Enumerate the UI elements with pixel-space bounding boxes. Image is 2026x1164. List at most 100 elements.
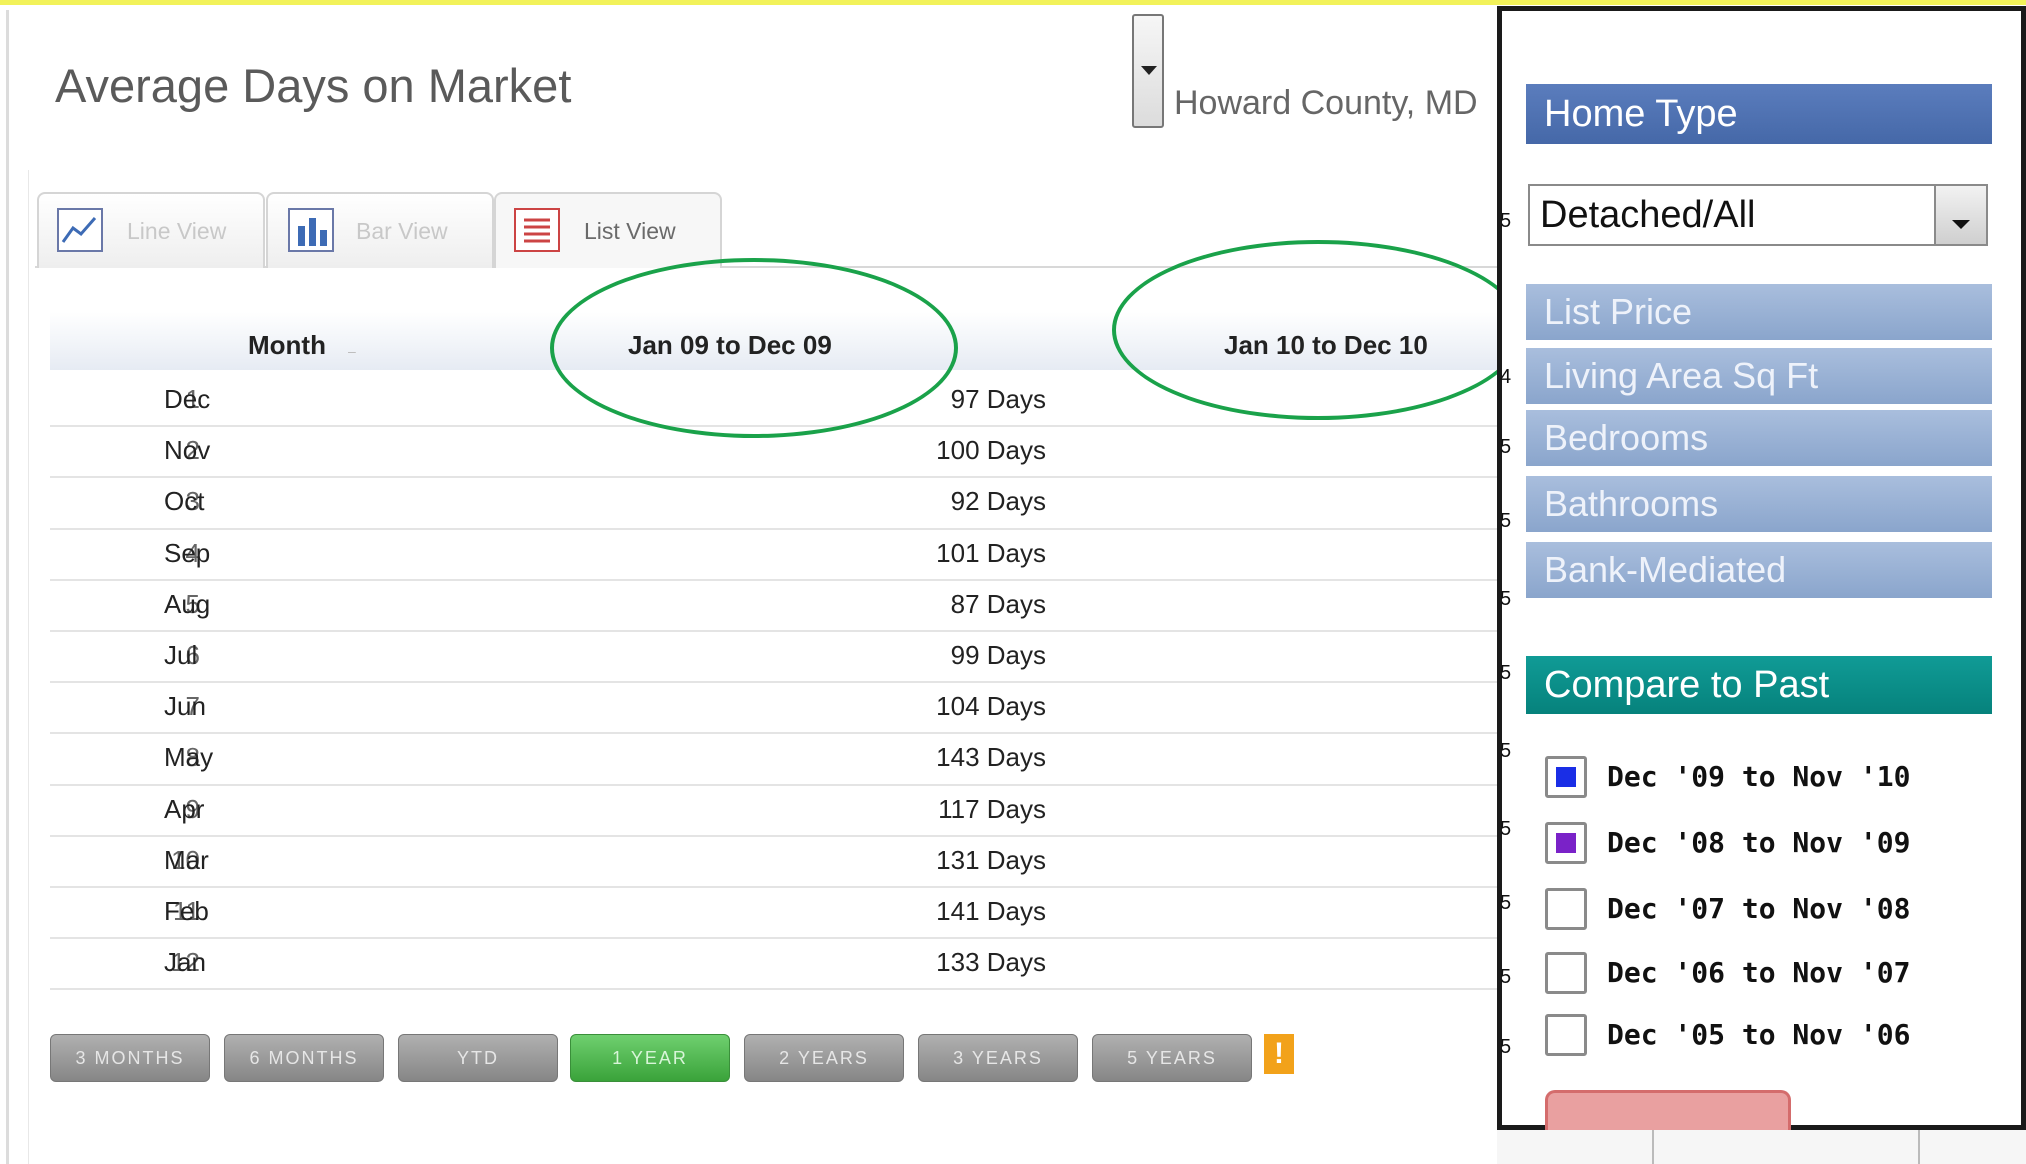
filter-bank-mediated[interactable]: Bank-Mediated <box>1526 542 1992 598</box>
row-value: 101 Days <box>936 537 1046 568</box>
filter-living-area[interactable]: Living Area Sq Ft <box>1526 348 1992 404</box>
strip-divider <box>1918 1130 1920 1164</box>
row-month: Mar <box>164 844 209 875</box>
compare-label: Dec '07 to Nov '08 <box>1607 892 1911 925</box>
sort-icon: – <box>348 343 356 359</box>
table-row: 10 Mar 131 Days <box>50 836 1506 888</box>
compare-header: Compare to Past <box>1526 656 1992 714</box>
checkbox[interactable] <box>1545 952 1587 994</box>
tab-bar-view[interactable]: Bar View <box>266 192 494 268</box>
deactivate-button[interactable] <box>1545 1090 1791 1130</box>
edge-mark: 5 <box>1500 662 1512 684</box>
bottom-strip <box>1497 1130 2026 1164</box>
chevron-down-icon <box>1141 66 1157 75</box>
tab-list-view-label: List View <box>584 218 676 244</box>
filter-list-price[interactable]: List Price <box>1526 284 1992 340</box>
row-month: Jul <box>164 639 198 670</box>
tab-line-view-label: Line View <box>127 218 227 244</box>
row-value: 133 Days <box>936 947 1046 978</box>
compare-label: Dec '08 to Nov '09 <box>1607 826 1911 859</box>
range-5-years-button[interactable]: 5 YEARS <box>1092 1034 1252 1082</box>
row-value: 92 Days <box>950 486 1046 517</box>
tab-line-view[interactable]: Line View <box>37 192 265 268</box>
edge-mark: 5 <box>1500 510 1512 532</box>
range-1-year-button[interactable]: 1 YEAR <box>570 1034 730 1082</box>
row-value: 99 Days <box>950 639 1046 670</box>
row-value: 143 Days <box>936 742 1046 773</box>
annotation-circle-2010 <box>1112 240 1524 420</box>
range-6-months-button[interactable]: 6 MONTHS <box>224 1034 384 1082</box>
table-row: 4 Sep 101 Days <box>50 529 1506 581</box>
row-value: 117 Days <box>938 793 1046 824</box>
checkbox[interactable] <box>1545 756 1587 798</box>
edge-mark: 4 <box>1500 366 1512 388</box>
content-divider <box>28 170 29 1164</box>
table-row: 3 Oct 92 Days <box>50 478 1506 530</box>
row-month: Oct <box>164 486 205 517</box>
checkbox[interactable] <box>1545 1014 1587 1056</box>
top-border <box>0 0 2026 5</box>
edge-mark: 5 <box>1500 740 1512 762</box>
row-value: 100 Days <box>936 435 1046 466</box>
home-type-select[interactable]: Detached/All <box>1528 184 1988 246</box>
filter-bathrooms[interactable]: Bathrooms <box>1526 476 1992 532</box>
table-row: 8 May 143 Days <box>50 734 1506 786</box>
checkbox[interactable] <box>1545 822 1587 864</box>
edge-mark: 5 <box>1500 892 1512 914</box>
panel-edge <box>1512 130 1520 1070</box>
edge-mark: 5 <box>1500 436 1512 458</box>
series-color-swatch <box>1556 833 1576 853</box>
table-body: 1 Dec 97 Days 2 Nov 100 Days 3 Oct 92 Days 4 Se… <box>50 376 1506 991</box>
location-label: Howard County, MD <box>1174 84 1478 122</box>
row-month: Nov <box>164 435 211 466</box>
line-chart-icon <box>57 208 103 252</box>
home-type-value: Detached/All <box>1540 194 1756 236</box>
compare-label: Dec '09 to Nov '10 <box>1607 760 1911 793</box>
bar-chart-icon <box>288 208 334 252</box>
home-type-header: Home Type <box>1526 84 1992 144</box>
table-row: 11 Feb 141 Days <box>50 887 1506 940</box>
row-value: 141 Days <box>936 895 1046 926</box>
row-month: Jan <box>164 947 206 978</box>
row-month: May <box>164 742 214 773</box>
table-row: 9 Apr 117 Days <box>50 785 1506 837</box>
row-month: Aug <box>164 588 211 619</box>
checkbox[interactable] <box>1545 888 1587 930</box>
edge-mark: 5 <box>1500 966 1512 988</box>
strip-divider <box>1652 1130 1654 1164</box>
chevron-down-icon[interactable] <box>1934 186 1986 244</box>
row-value: 104 Days <box>936 691 1046 722</box>
edge-mark: 5 <box>1500 588 1512 610</box>
annotation-circle-2009 <box>550 258 958 438</box>
table-row: 12 Jan 133 Days <box>50 939 1506 991</box>
row-value: 97 Days <box>950 384 1046 414</box>
edge-mark: 5 <box>1500 818 1512 840</box>
row-month: Sep <box>164 537 211 568</box>
location-dropdown[interactable] <box>1132 14 1164 128</box>
edge-mark: 5 <box>1500 1036 1512 1058</box>
compare-label: Dec '06 to Nov '07 <box>1607 956 1911 989</box>
compare-label: Dec '05 to Nov '06 <box>1607 1018 1911 1051</box>
left-border <box>6 10 9 1164</box>
row-value: 87 Days <box>950 588 1046 619</box>
range-3-months-button[interactable]: 3 MONTHS <box>50 1034 210 1082</box>
range-2-years-button[interactable]: 2 YEARS <box>744 1034 904 1082</box>
row-value: 131 Days <box>936 844 1046 875</box>
row-month: Feb <box>164 895 209 926</box>
tab-bar-view-label: Bar View <box>356 218 448 244</box>
edge-mark: 5 <box>1500 210 1512 232</box>
table-row: 5 Aug 87 Days <box>50 580 1506 632</box>
series-color-swatch <box>1556 767 1576 787</box>
table-row: 7 Jun 104 Days <box>50 683 1506 735</box>
tab-list-view[interactable]: List View <box>494 192 722 268</box>
filter-bedrooms[interactable]: Bedrooms <box>1526 410 1992 466</box>
warning-icon[interactable]: ! <box>1264 1034 1294 1074</box>
table-row: 6 Jul 99 Days <box>50 631 1506 684</box>
range-ytd-button[interactable]: YTD <box>398 1034 558 1082</box>
row-month: Dec <box>164 384 211 414</box>
header-month[interactable]: Month <box>248 330 326 361</box>
range-3-years-button[interactable]: 3 YEARS <box>918 1034 1078 1082</box>
row-month: Apr <box>164 793 205 824</box>
row-month: Jun <box>164 691 206 722</box>
page-title: Average Days on Market <box>55 59 572 112</box>
